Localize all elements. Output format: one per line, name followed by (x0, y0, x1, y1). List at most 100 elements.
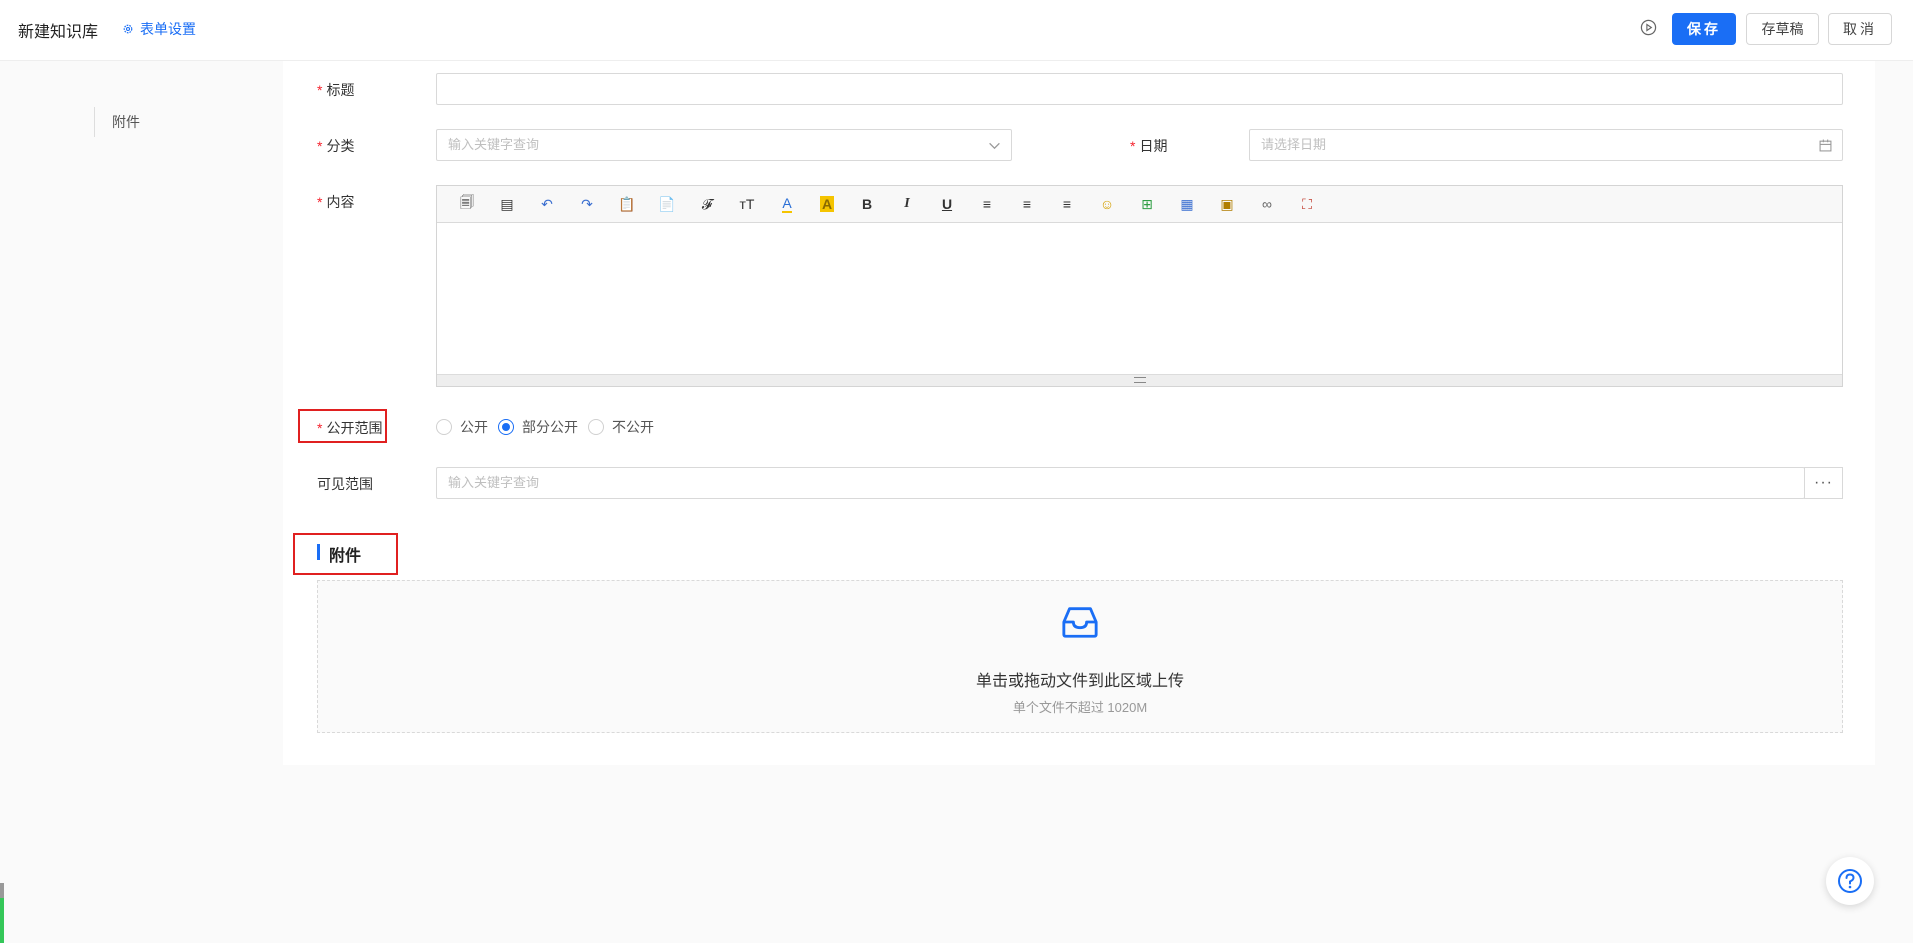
required-mark: * (317, 420, 323, 436)
align-right-glyph: ≡ (1062, 196, 1072, 212)
underline-glyph: U (941, 196, 953, 212)
upload-dropzone[interactable]: 单击或拖动文件到此区域上传 单个文件不超过 1020M (317, 580, 1843, 733)
save-button[interactable]: 保存 (1672, 13, 1736, 45)
emoji-glyph: ☺ (1099, 196, 1115, 212)
question-icon (1838, 869, 1862, 893)
play-icon[interactable] (1640, 19, 1657, 36)
table-icon[interactable]: ▦ (1167, 192, 1207, 216)
chevron-down-icon (989, 142, 1000, 150)
template-icon[interactable]: ▤ (487, 192, 527, 216)
visible-range-placeholder: 输入关键字查询 (448, 475, 540, 490)
form-settings-link[interactable]: 表单设置 (122, 19, 196, 39)
emoji-icon[interactable]: ☺ (1087, 192, 1127, 216)
undo-icon[interactable]: ↶ (527, 192, 567, 216)
italic-glyph: I (904, 196, 910, 211)
upload-hint-text: 单个文件不超过 1020M (1012, 700, 1148, 715)
visible-range-input[interactable]: 输入关键字查询 (436, 467, 1805, 499)
title-label: * 标题 (317, 80, 354, 100)
category-select[interactable]: 输入关键字查询 (436, 129, 1012, 161)
redo-glyph: ↷ (581, 195, 593, 212)
content-label-text: 内容 (326, 194, 355, 210)
radio-circle (588, 419, 604, 435)
save-draft-button[interactable]: 存草稿 (1746, 13, 1819, 45)
attachments-section-title: 附件 (317, 542, 361, 566)
radio-circle (436, 419, 452, 435)
bold-glyph: B (861, 196, 873, 212)
category-placeholder: 输入关键字查询 (448, 137, 540, 152)
font-color-glyph: A (782, 195, 792, 213)
new-doc-glyph: 🗐 (460, 194, 474, 210)
cancel-button[interactable]: 取消 (1828, 13, 1892, 45)
category-label-text: 分类 (326, 138, 355, 154)
background-color-glyph: A (819, 196, 835, 212)
form-settings-label: 表单设置 (140, 21, 196, 37)
date-label: * 日期 (1130, 136, 1167, 156)
paste-text-glyph: 📄 (658, 195, 676, 212)
undo-glyph: ↶ (541, 195, 553, 212)
radio-public[interactable]: 公开 (436, 417, 488, 437)
link-icon[interactable]: ∞ (1247, 192, 1287, 216)
align-center-glyph: ≡ (1022, 196, 1032, 212)
image-glyph: ▣ (1220, 195, 1234, 212)
insert-line-glyph: ⊞ (1141, 195, 1153, 212)
align-right-icon[interactable]: ≡ (1047, 192, 1087, 216)
editor-resize-handle[interactable] (437, 374, 1842, 386)
side-nav-item-attachments[interactable]: 附件 (94, 107, 140, 137)
content-label: * 内容 (317, 192, 354, 212)
link-glyph: ∞ (1262, 196, 1272, 212)
date-placeholder: 请选择日期 (1261, 137, 1327, 152)
scope-label: * 公开范围 (317, 418, 382, 438)
redo-icon[interactable]: ↷ (567, 192, 607, 216)
radio-label: 部分公开 (522, 419, 578, 435)
paste-icon[interactable]: 📋 (607, 192, 647, 216)
calendar-icon (1819, 139, 1832, 152)
title-input[interactable] (436, 73, 1843, 105)
scope-label-text: 公开范围 (326, 420, 383, 436)
font-size-glyph: ᴛT (739, 196, 755, 212)
template-glyph: ▤ (500, 195, 514, 212)
image-icon[interactable]: ▣ (1207, 192, 1247, 216)
fullscreen-glyph: ⛶ (1302, 195, 1312, 212)
font-family-icon[interactable]: 𝓕 (687, 192, 727, 216)
gear-icon (123, 24, 133, 34)
rich-text-editor: 🗐 ▤ ↶ ↷ 📋 📄 𝓕ᴛT A A B I U ≡ ≡ ≡ ☺ ⊞ ▦ ▣ ∞ ⛶ (436, 185, 1843, 387)
required-mark: * (317, 194, 323, 210)
italic-icon[interactable]: I (887, 192, 927, 216)
visible-range-label: 可见范围 (317, 476, 373, 492)
radio-label: 公开 (460, 419, 488, 435)
editor-toolbar: 🗐 ▤ ↶ ↷ 📋 📄 𝓕ᴛT A A B I U ≡ ≡ ≡ ☺ ⊞ ▦ ▣ ∞ ⛶ (437, 186, 1842, 223)
table-glyph: ▦ (1180, 195, 1194, 212)
help-button[interactable] (1826, 857, 1874, 905)
inbox-icon (1062, 607, 1098, 638)
date-label-text: 日期 (1139, 138, 1168, 154)
upload-main-text: 单击或拖动文件到此区域上传 (975, 673, 1184, 690)
font-color-icon[interactable]: A (767, 192, 807, 216)
radio-private[interactable]: 不公开 (588, 417, 654, 437)
required-mark: * (317, 138, 323, 154)
scope-radio-group: 公开 部分公开 不公开 (436, 417, 664, 437)
form-panel: * 标题 * 分类 输入关键字查询 * 日期 请选择日期 * 内容 🗐 ▤ ↶ ↷ 📋 📄 𝓕ᴛT A… (283, 61, 1875, 765)
radio-partial-public[interactable]: 部分公开 (498, 417, 578, 437)
align-center-icon[interactable]: ≡ (1007, 192, 1047, 216)
font-size-icon[interactable]: ᴛT (727, 192, 767, 216)
paste-glyph: 📋 (618, 195, 636, 212)
background-color-icon[interactable]: A (807, 192, 847, 216)
top-header: 新建知识库 表单设置 保存 存草稿 取消 (0, 0, 1913, 61)
insert-line-icon[interactable]: ⊞ (1127, 192, 1167, 216)
radio-label: 不公开 (612, 419, 654, 435)
page-title: 新建知识库 (18, 24, 99, 41)
underline-icon[interactable]: U (927, 192, 967, 216)
bold-icon[interactable]: B (847, 192, 887, 216)
date-picker[interactable]: 请选择日期 (1249, 129, 1843, 161)
align-left-icon[interactable]: ≡ (967, 192, 1007, 216)
radio-circle (498, 419, 514, 435)
fullscreen-icon[interactable]: ⛶ (1287, 192, 1327, 216)
edge-indicator (0, 883, 4, 943)
font-family-glyph: 𝓕 (701, 195, 713, 212)
new-doc-icon[interactable]: 🗐 (447, 192, 487, 216)
title-label-text: 标题 (326, 82, 355, 98)
editor-content-area[interactable] (437, 223, 1842, 374)
visible-range-more-button[interactable]: ··· (1804, 467, 1843, 499)
paste-text-icon[interactable]: 📄 (647, 192, 687, 216)
align-left-glyph: ≡ (982, 196, 992, 212)
